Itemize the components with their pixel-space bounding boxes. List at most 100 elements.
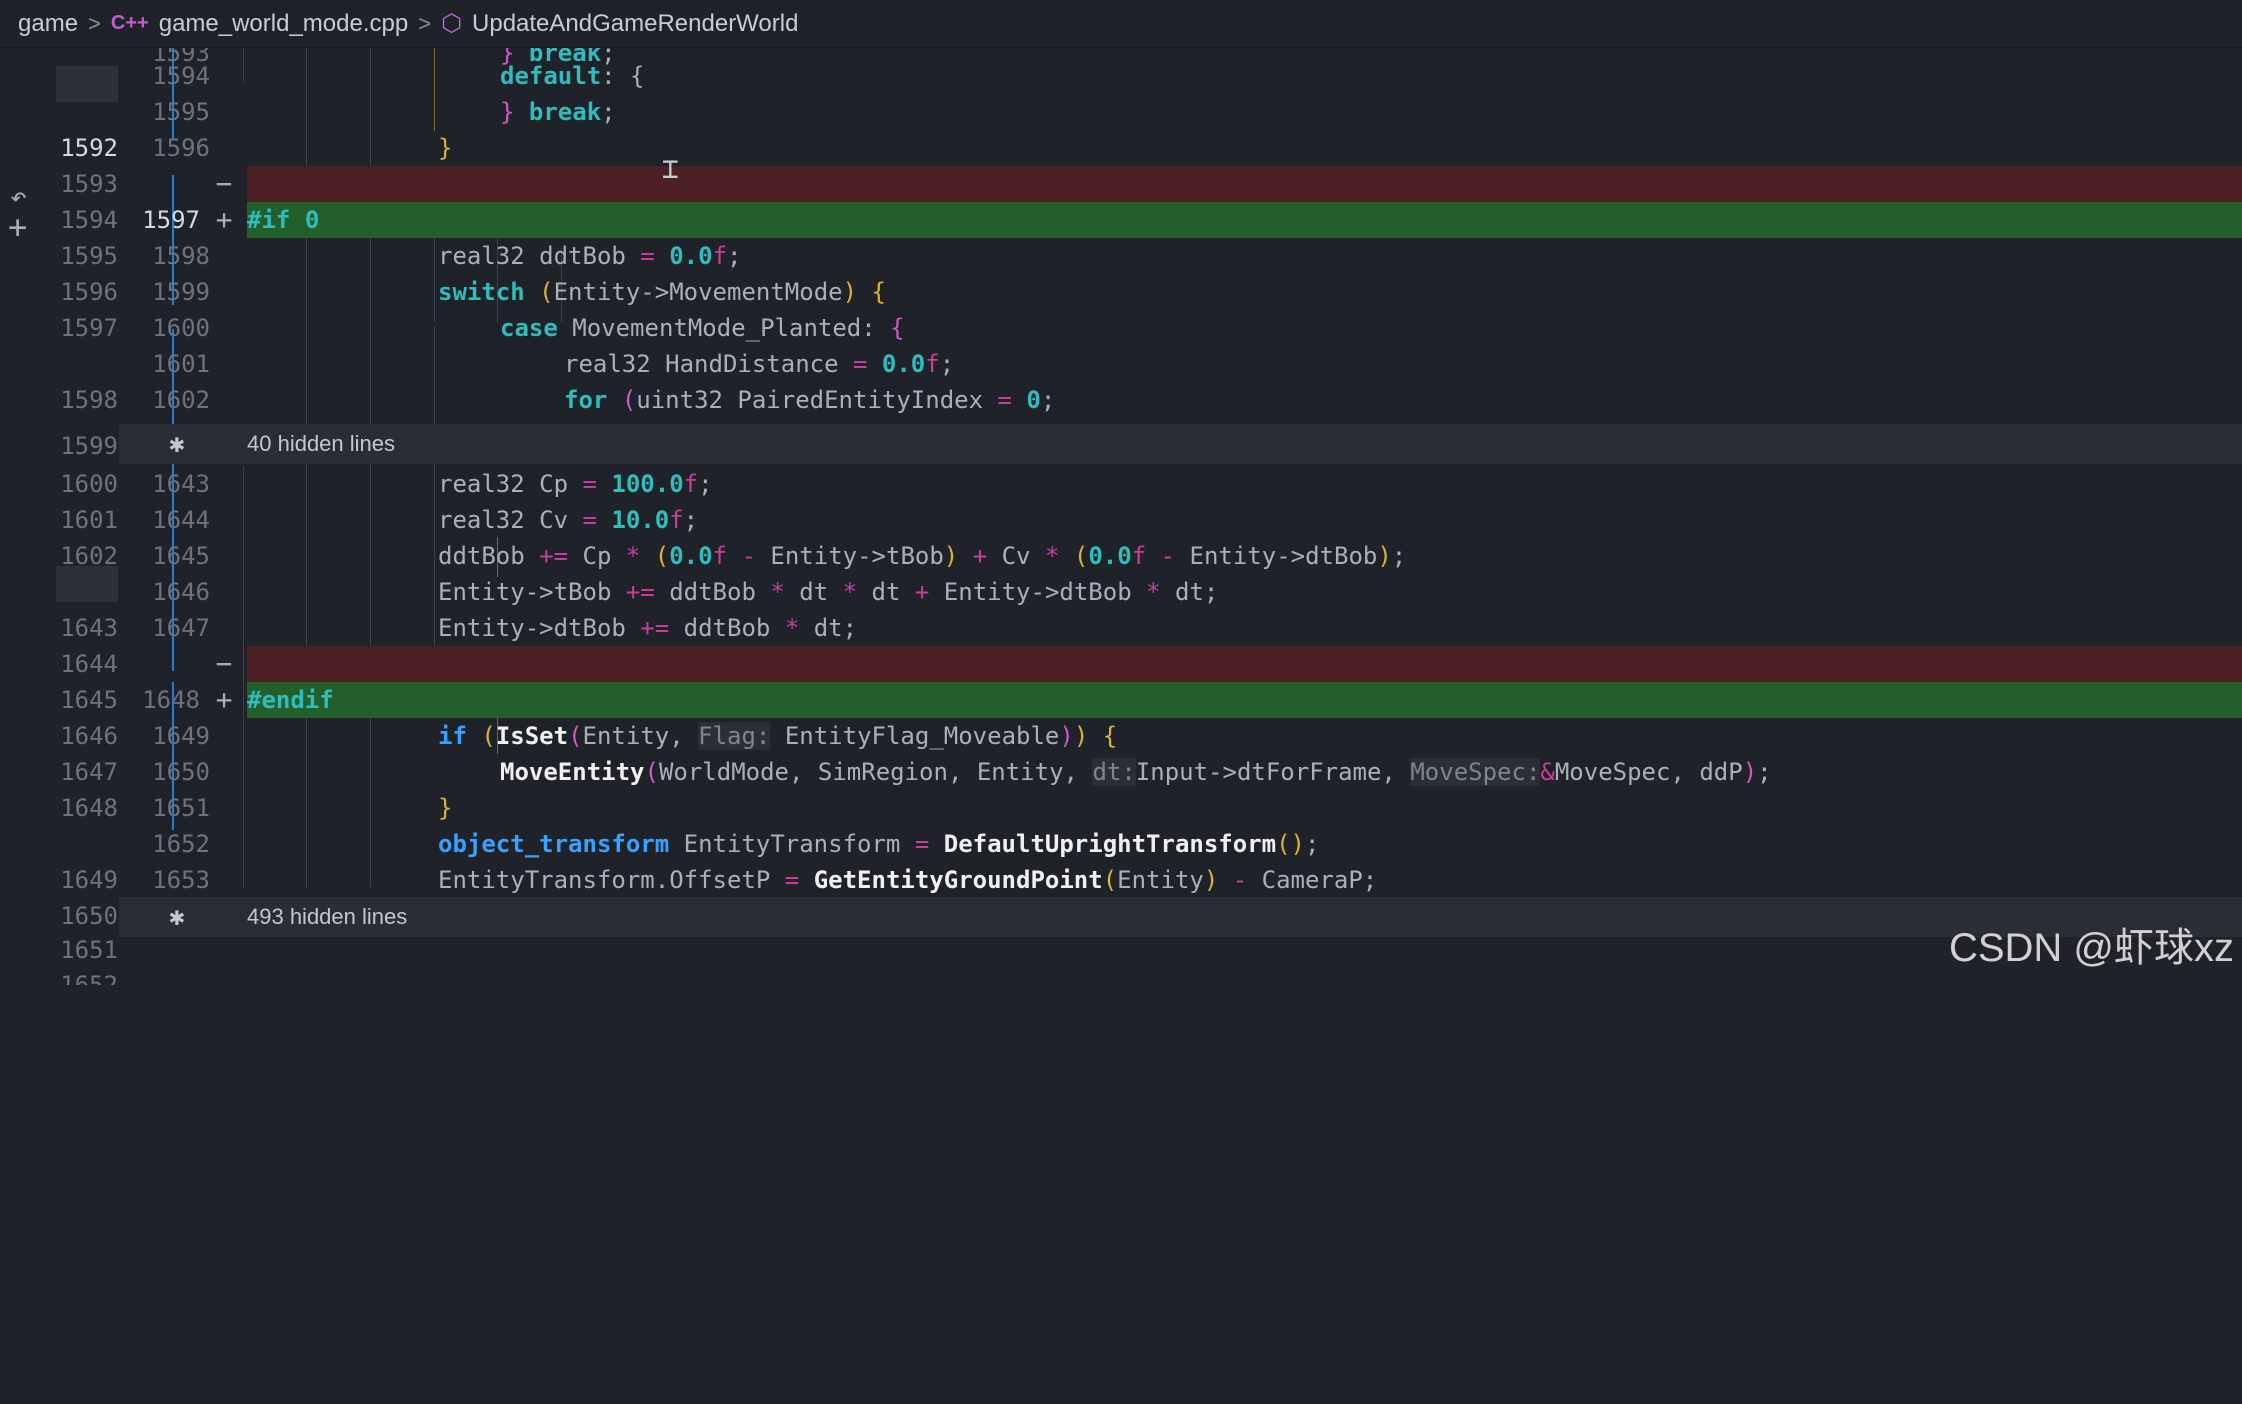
old-line-number: 1600 (60, 470, 118, 498)
new-line-number: 1646 (152, 578, 210, 606)
plus-marker: + (215, 203, 233, 236)
code-text: real32 Cp = 100.0f; (438, 470, 713, 498)
code-text: switch (Entity->MovementMode) { (438, 278, 886, 306)
new-line-number: 1643 (152, 470, 210, 498)
code-line: 1596 1599 switch (Entity->MovementMode) … (56, 274, 2242, 310)
new-line-number: 1649 (152, 722, 210, 750)
old-line-number: 1597 (60, 314, 118, 342)
code-line: 1647 1650 MoveEntity(WorldMode, SimRegio… (56, 754, 2242, 790)
code-line: 1594 default: { (56, 58, 2242, 94)
editor-gutter (0, 47, 56, 985)
expand-hidden-icon[interactable]: ✱ (169, 424, 185, 464)
expand-hidden-icon[interactable]: ✱ (169, 897, 185, 937)
code-line: 1652 object_transform EntityTransform = … (56, 826, 2242, 862)
code-line: 1595 1598 real32 ddtBob = 0.0f; (56, 238, 2242, 274)
old-line-number: 1595 (60, 242, 118, 270)
code-line: 1646 Entity->tBob += ddtBob * dt * dt + … (56, 574, 2242, 610)
breadcrumb-file[interactable]: game_world_mode.cpp (159, 10, 408, 38)
old-line-number: 1592 (60, 134, 118, 162)
new-line-number: 1601 (152, 350, 210, 378)
old-line-number (56, 346, 118, 382)
old-line-number: 1594 (60, 206, 118, 234)
old-line-number: 1649 (60, 866, 118, 894)
code-text: #endif (247, 686, 334, 714)
new-line-number: 1602 (152, 386, 210, 414)
code-text: Entity->dtBob += ddtBob * dt; (438, 614, 858, 642)
new-line-number: 1595 (152, 98, 210, 126)
hidden-lines-label: 493 hidden lines (247, 904, 408, 929)
old-line-number (56, 826, 118, 862)
code-text: if (IsSet(Entity, Flag: EntityFlag_Movea… (438, 722, 1118, 750)
new-line-number: 1647 (152, 614, 210, 642)
new-line-number: 1597 (142, 206, 200, 234)
code-line: 1601 real32 HandDistance = 0.0f; (56, 346, 2242, 382)
new-line-number: 1645 (152, 542, 210, 570)
chevron-right-icon: > (418, 10, 432, 36)
old-line-number: 1643 (60, 614, 118, 642)
code-text: object_transform EntityTransform = Defau… (438, 830, 1320, 858)
breadcrumb-symbol[interactable]: UpdateAndGameRenderWorld (472, 10, 798, 38)
old-line-number: 1598 (60, 386, 118, 414)
new-line-number: 1648 (142, 686, 200, 714)
code-text: #if 0 (247, 206, 320, 234)
code-text: for (uint32 PairedEntityIndex = 0; (564, 386, 1056, 414)
stage-change-icon[interactable]: + (8, 208, 27, 246)
chevron-right-icon: > (88, 10, 101, 36)
old-line-number: 1647 (60, 758, 118, 786)
code-text: real32 ddtBob = 0.0f; (438, 242, 742, 270)
old-line-number: 1648 (60, 794, 118, 822)
code-line: 1600 1643 real32 Cp = 100.0f; (56, 466, 2242, 502)
code-text: Entity->tBob += ddtBob * dt * dt + Entit… (438, 578, 1219, 606)
hidden-lines-bar[interactable]: ✱ 40 hidden lines (119, 424, 2242, 464)
code-line: 1602 1645 ddtBob += Cp * (0.0f - Entity-… (56, 538, 2242, 574)
code-text: } break; (500, 98, 616, 126)
code-text: real32 Cv = 10.0f; (438, 506, 699, 534)
old-line-number: 1593 (60, 170, 118, 198)
new-line-number: 1594 (152, 62, 210, 90)
deleted-line-highlight (247, 646, 2242, 682)
old-line-number: 1646 (60, 722, 118, 750)
code-text: default: { (500, 62, 645, 90)
old-line-number: 1652 (60, 971, 118, 985)
old-line-number: 1602 (60, 542, 118, 570)
old-line-number (56, 58, 118, 94)
new-line-number: 1600 (152, 314, 210, 342)
added-line: 1645 1648 + #endif (56, 682, 2242, 718)
new-line-number: 1652 (152, 830, 210, 858)
code-text: EntityTransform.OffsetP = GetEntityGroun… (438, 866, 1378, 894)
code-line: 1597 1600 case MovementMode_Planted: { (56, 310, 2242, 346)
code-text: real32 HandDistance = 0.0f; (564, 350, 955, 378)
deleted-line: 1644 − (56, 646, 2242, 682)
added-line-highlight (247, 202, 2242, 238)
code-line: 1592 1596 } (56, 130, 2242, 166)
new-line-number: 1598 (152, 242, 210, 270)
code-text: } (438, 794, 453, 822)
old-line-number: 1599 (60, 432, 118, 460)
cpp-file-icon: C++ (110, 12, 149, 34)
new-line-number: 1651 (152, 794, 210, 822)
code-line: 1648 1651 } (56, 790, 2242, 826)
breadcrumb-folder[interactable]: game (18, 10, 78, 38)
minus-marker: − (215, 167, 233, 200)
code-text: MoveEntity(WorldMode, SimRegion, Entity,… (500, 758, 1772, 786)
hidden-lines-bar[interactable]: ✱ 493 hidden lines (119, 897, 2242, 937)
old-line-number: 1596 (60, 278, 118, 306)
new-line-number: 1644 (152, 506, 210, 534)
deleted-line-highlight (247, 166, 2242, 202)
old-line-number: 1645 (60, 686, 118, 714)
minus-marker: − (215, 647, 233, 680)
watermark: CSDN @虾球xz (1948, 926, 2234, 970)
code-text: case MovementMode_Planted: { (500, 314, 905, 342)
added-line: 1594 1597 + #if 0 (56, 202, 2242, 238)
new-line-number: 1596 (152, 134, 210, 162)
code-line: 1601 1644 real32 Cv = 10.0f; (56, 502, 2242, 538)
code-line: 1646 1649 if (IsSet(Entity, Flag: Entity… (56, 718, 2242, 754)
code-text: } (438, 134, 453, 162)
old-line-number (56, 574, 118, 610)
code-line: 1595 } break; (56, 94, 2242, 130)
old-line-number: 1650 (60, 902, 118, 930)
text-cursor-icon: ⌶ (662, 152, 679, 185)
old-line-number: 1651 (60, 936, 118, 964)
code-line: 1643 1647 Entity->dtBob += ddtBob * dt; (56, 610, 2242, 646)
code-line: 1598 1602 for (uint32 PairedEntityIndex … (56, 382, 2242, 418)
